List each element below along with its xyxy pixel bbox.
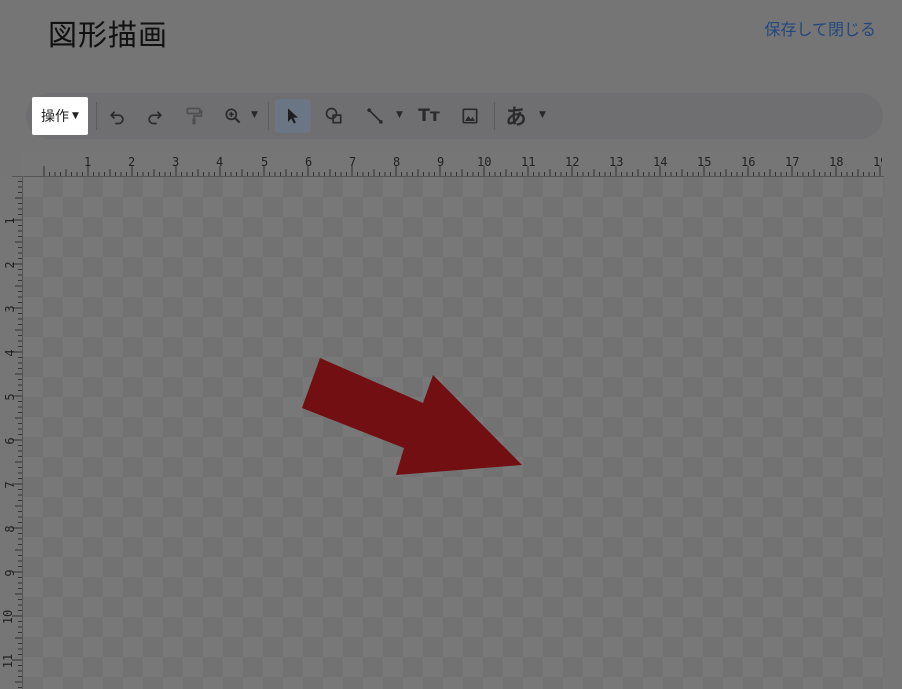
chevron-down-icon: ▼ xyxy=(72,111,79,121)
ruler-label: 5 xyxy=(3,393,17,401)
ruler-label: 17 xyxy=(785,155,800,169)
ruler-label: 4 xyxy=(3,349,17,357)
paint-format-icon[interactable] xyxy=(181,103,207,129)
actions-menu-button[interactable]: 操作 ▼ xyxy=(32,97,88,135)
ruler-label: 1 xyxy=(84,155,92,169)
ruler-label: 18 xyxy=(829,155,844,169)
ruler-label: 3 xyxy=(172,155,180,169)
zoom-dropdown-icon[interactable]: ▼ xyxy=(251,110,258,120)
ruler-label: 11 xyxy=(1,653,15,669)
ruler-label: 15 xyxy=(697,155,712,169)
ruler-label: 19 xyxy=(873,155,882,169)
ruler-label: 8 xyxy=(3,525,17,533)
redo-icon[interactable] xyxy=(142,103,168,129)
ruler-label: 3 xyxy=(3,305,17,313)
zoom-icon[interactable] xyxy=(220,103,246,129)
ruler-label: 2 xyxy=(3,261,17,269)
arrow-shape[interactable] xyxy=(300,358,526,478)
ruler-label: 12 xyxy=(565,155,580,169)
ruler-label: 9 xyxy=(3,569,17,577)
ruler-label: 9 xyxy=(437,155,445,169)
ruler-label: 16 xyxy=(741,155,756,169)
image-icon[interactable] xyxy=(457,103,483,129)
ruler-label: 11 xyxy=(521,155,536,169)
ruler-label: 6 xyxy=(3,437,17,445)
wordart-icon[interactable]: あ xyxy=(503,103,529,129)
ruler-label: 2 xyxy=(128,155,136,169)
ruler-label: 14 xyxy=(653,155,668,169)
drawing-dialog: 図形描画 保存して閉じる 操作 ▼ ▼ ▼ Tт あ ▼ 1 2 3 4 5 6… xyxy=(0,0,902,689)
toolbar-divider xyxy=(96,102,97,130)
horizontal-ruler: 1 2 3 4 5 6 7 8 9 10 11 12 13 14 15 16 1… xyxy=(22,152,884,177)
ruler-label: 10 xyxy=(477,155,492,169)
textbox-icon[interactable]: Tт xyxy=(416,103,442,129)
shape-icon[interactable] xyxy=(321,103,347,129)
vertical-ruler: 1 2 3 4 5 6 7 8 9 10 11 xyxy=(0,176,23,689)
toolbar-divider xyxy=(268,102,269,130)
save-and-close-button[interactable]: 保存して閉じる xyxy=(764,16,876,40)
ruler-label: 5 xyxy=(261,155,269,169)
actions-menu-label: 操作 xyxy=(41,109,70,125)
wordart-dropdown-icon[interactable]: ▼ xyxy=(539,110,546,120)
ruler-label: 10 xyxy=(1,609,15,625)
undo-icon[interactable] xyxy=(104,103,130,129)
ruler-label: 7 xyxy=(349,155,357,169)
ruler-label: 7 xyxy=(3,481,17,489)
select-icon[interactable] xyxy=(280,103,306,129)
ruler-label: 1 xyxy=(3,217,17,225)
ruler-label: 8 xyxy=(393,155,401,169)
line-dropdown-icon[interactable]: ▼ xyxy=(396,110,403,120)
ruler-label: 13 xyxy=(609,155,624,169)
ruler-label: 6 xyxy=(305,155,313,169)
toolbar-divider xyxy=(494,102,495,130)
ruler-label: 4 xyxy=(216,155,224,169)
line-icon[interactable] xyxy=(362,103,388,129)
dialog-title: 図形描画 xyxy=(48,18,169,52)
